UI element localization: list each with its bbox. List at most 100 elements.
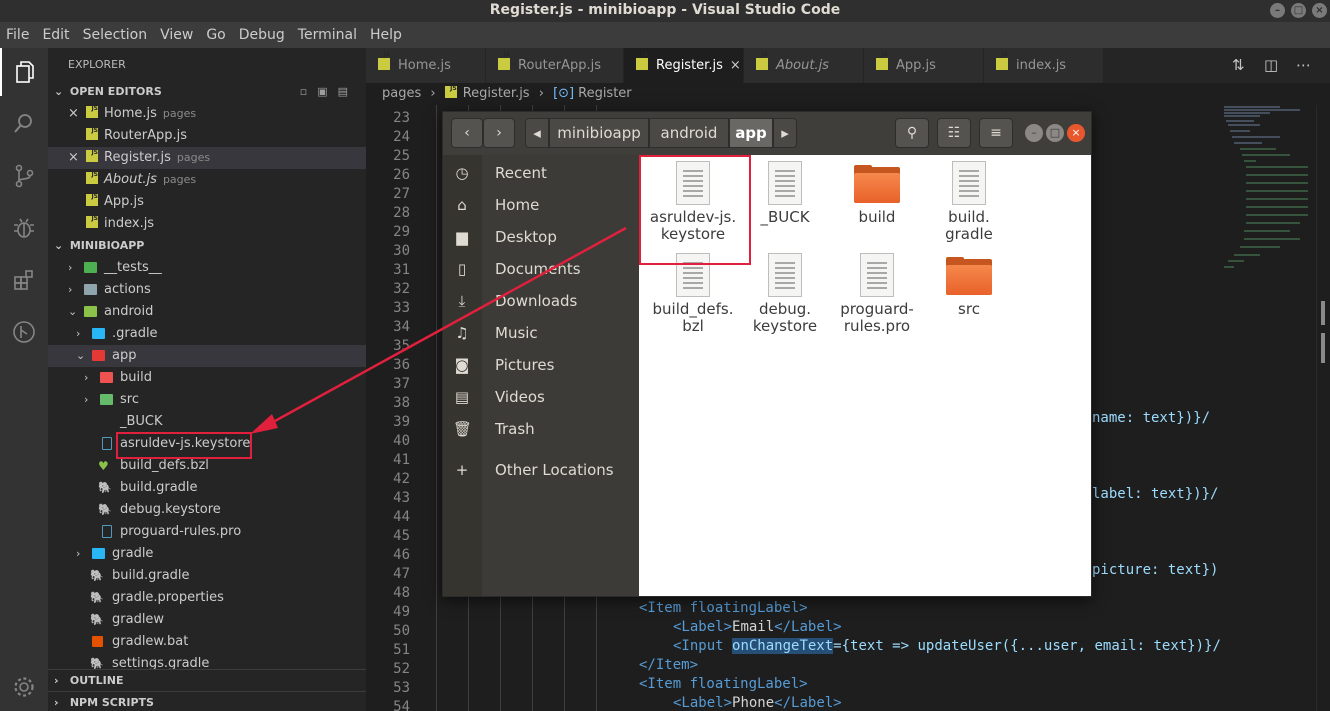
file-item[interactable]: debug. keystore bbox=[739, 253, 831, 335]
tree-item-buck[interactable]: _BUCK bbox=[48, 411, 366, 433]
tree-item-root-build-gradle[interactable]: 🐘 build.gradle bbox=[48, 565, 366, 587]
npm-scripts-header[interactable]: › NPM SCRIPTS bbox=[48, 691, 366, 711]
back-button[interactable]: ‹ bbox=[451, 118, 483, 148]
place-music[interactable]: ♫ Music bbox=[443, 317, 639, 349]
tree-item-gradle-dir[interactable]: › .gradle bbox=[48, 323, 366, 345]
tab-about[interactable]: About.js bbox=[744, 37, 864, 83]
gradle-icon: 🐘 bbox=[90, 613, 104, 626]
line-number: 52 bbox=[393, 661, 410, 677]
window-title: Register.js - minibioapp - Visual Studio… bbox=[489, 2, 841, 18]
tree-item-gradle-properties[interactable]: 🐘 gradle.properties bbox=[48, 587, 366, 609]
place-trash[interactable]: 🗑 Trash bbox=[443, 413, 639, 445]
line-number: 24 bbox=[393, 129, 410, 145]
menu-go[interactable]: Go bbox=[206, 27, 225, 43]
place-downloads[interactable]: ⤓ Downloads bbox=[443, 285, 639, 317]
path-segment[interactable]: android bbox=[649, 118, 729, 148]
close-editor-icon[interactable]: × bbox=[68, 103, 79, 125]
extensions-icon[interactable] bbox=[0, 256, 48, 304]
more-actions-icon[interactable]: ⋯ bbox=[1296, 48, 1311, 83]
place-pictures[interactable]: ◙ Pictures bbox=[443, 349, 639, 381]
tree-item-src[interactable]: › src bbox=[48, 389, 366, 411]
explorer-icon[interactable] bbox=[0, 48, 48, 96]
place-documents[interactable]: ▯ Documents bbox=[443, 253, 639, 285]
menu-file[interactable]: File bbox=[6, 27, 29, 43]
compare-icon[interactable]: ⇅ bbox=[1232, 48, 1245, 83]
tree-item-gradle[interactable]: › gradle bbox=[48, 543, 366, 565]
path-segment[interactable]: minibioapp bbox=[549, 118, 649, 148]
line-number: 23 bbox=[393, 110, 410, 126]
close-icon[interactable]: × bbox=[1067, 124, 1085, 142]
menu-edit[interactable]: Edit bbox=[42, 27, 69, 43]
menu-terminal[interactable]: Terminal bbox=[298, 27, 357, 43]
menu-bar: File Edit Selection View Go Debug Termin… bbox=[0, 22, 1330, 48]
place-home[interactable]: ⌂ Home bbox=[443, 189, 639, 221]
minimize-icon[interactable]: – bbox=[1270, 3, 1285, 18]
tree-item-debug-keystore[interactable]: 🐘 debug.keystore bbox=[48, 499, 366, 521]
maximize-icon[interactable]: □ bbox=[1291, 3, 1306, 18]
menu-icon[interactable]: ≡ bbox=[979, 118, 1013, 148]
place-recent[interactable]: ◷ Recent bbox=[443, 157, 639, 189]
breadcrumb-folder[interactable]: pages bbox=[382, 86, 421, 101]
line-number: 48 bbox=[393, 585, 410, 601]
place-other-locations[interactable]: + Other Locations bbox=[443, 454, 639, 486]
close-editor-icon[interactable]: × bbox=[68, 147, 79, 169]
forward-button[interactable]: › bbox=[483, 118, 515, 148]
menu-debug[interactable]: Debug bbox=[239, 27, 285, 43]
tree-item-gradlew-bat[interactable]: gradlew.bat bbox=[48, 631, 366, 653]
chevron-right-icon: › bbox=[538, 86, 544, 101]
source-control-icon[interactable] bbox=[0, 152, 48, 200]
tab-register[interactable]: Register.js× bbox=[624, 37, 744, 83]
split-editor-icon[interactable]: ◫ bbox=[1264, 48, 1278, 83]
tree-item-build[interactable]: › build bbox=[48, 367, 366, 389]
window-title-bar: Register.js - minibioapp - Visual Studio… bbox=[0, 0, 1330, 22]
tree-item-settings-gradle[interactable]: 🐘 settings.gradle bbox=[48, 653, 366, 671]
open-editors-actions[interactable]: ▫▣▤ bbox=[300, 81, 358, 103]
tree-item-android[interactable]: ⌄ android bbox=[48, 301, 366, 323]
breadcrumb-symbol[interactable]: Register bbox=[578, 86, 632, 101]
minimize-icon[interactable]: – bbox=[1025, 124, 1043, 142]
place-videos[interactable]: ▤ Videos bbox=[443, 381, 639, 413]
minimap[interactable] bbox=[1220, 105, 1316, 711]
menu-view[interactable]: View bbox=[160, 27, 193, 43]
vertical-scrollbar[interactable] bbox=[1316, 105, 1330, 711]
tree-item-tests[interactable]: › __tests__ bbox=[48, 257, 366, 279]
tree-item-app[interactable]: ⌄ app bbox=[48, 345, 366, 367]
tab-home[interactable]: Home.js bbox=[366, 37, 486, 83]
file-item[interactable]: build. gradle bbox=[923, 161, 1015, 243]
maximize-icon[interactable]: □ bbox=[1046, 124, 1064, 142]
place-desktop[interactable]: ▆ Desktop bbox=[443, 221, 639, 253]
outline-header[interactable]: › OUTLINE bbox=[48, 669, 366, 691]
file-item[interactable]: build_defs. bzl bbox=[647, 253, 739, 335]
debug-icon[interactable] bbox=[0, 204, 48, 252]
tree-item-actions[interactable]: › actions bbox=[48, 279, 366, 301]
screen: Register.js - minibioapp - Visual Studio… bbox=[0, 0, 1330, 711]
open-editor-item[interactable]: index.js bbox=[48, 208, 366, 235]
file-item[interactable]: proguard- rules.pro bbox=[831, 253, 923, 335]
js-file-icon bbox=[378, 37, 390, 72]
search-icon[interactable]: ⚲ bbox=[895, 118, 929, 148]
tab-index[interactable]: index.js bbox=[984, 37, 1104, 83]
tab-app[interactable]: App.js bbox=[864, 37, 984, 83]
folder-item[interactable]: build bbox=[831, 161, 923, 226]
path-segment-current[interactable]: app bbox=[729, 118, 773, 148]
settings-gear-icon[interactable] bbox=[0, 663, 48, 711]
tree-item-build-gradle[interactable]: 🐘 build.gradle bbox=[48, 477, 366, 499]
js-file-icon bbox=[996, 37, 1008, 72]
tree-item-proguard[interactable]: proguard-rules.pro bbox=[48, 521, 366, 543]
code-line-53: <Item floatingLabel> bbox=[639, 676, 808, 692]
tab-routerapp[interactable]: RouterApp.js bbox=[486, 37, 624, 83]
close-tab-icon[interactable]: × bbox=[730, 58, 741, 73]
path-scroll-left-button[interactable]: ◂ bbox=[525, 118, 549, 148]
tree-item-gradlew[interactable]: 🐘 gradlew bbox=[48, 609, 366, 631]
line-number: 32 bbox=[393, 281, 410, 297]
close-icon[interactable]: × bbox=[1312, 3, 1327, 18]
project-header[interactable]: ⌄ MINIBIOAPP bbox=[48, 235, 366, 257]
breadcrumb-file[interactable]: Register.js bbox=[463, 86, 530, 101]
git-lens-icon[interactable] bbox=[0, 308, 48, 356]
menu-selection[interactable]: Selection bbox=[83, 27, 148, 43]
path-scroll-right-button[interactable]: ▸ bbox=[773, 118, 797, 148]
folder-item[interactable]: src bbox=[923, 253, 1015, 318]
search-icon[interactable] bbox=[0, 100, 48, 148]
file-item[interactable]: _BUCK bbox=[739, 161, 831, 226]
view-toggle-icon[interactable]: ☷ bbox=[937, 118, 971, 148]
